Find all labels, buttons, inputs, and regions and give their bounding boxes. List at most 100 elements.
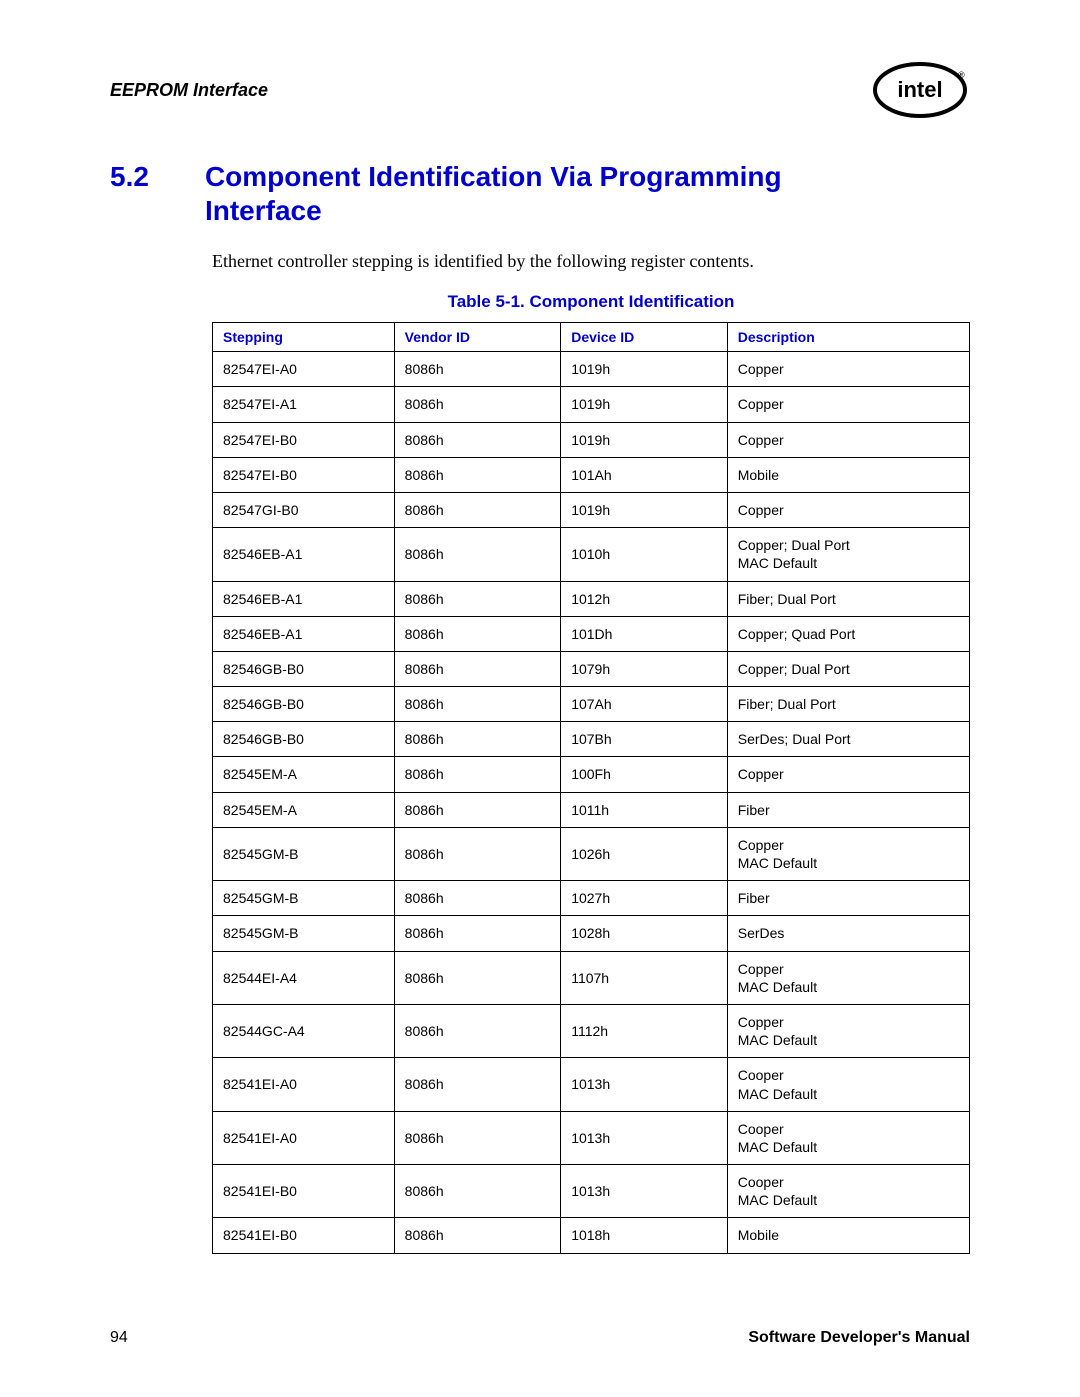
cell-device: 1028h: [561, 916, 728, 951]
cell-vendor: 8086h: [394, 1165, 561, 1218]
cell-description: Copper: [727, 492, 969, 527]
cell-vendor: 8086h: [394, 492, 561, 527]
cell-vendor: 8086h: [394, 1218, 561, 1253]
col-header-device: Device ID: [561, 323, 728, 352]
table-row: 82546GB-B08086h107BhSerDes; Dual Port: [213, 722, 970, 757]
cell-description: CooperMAC Default: [727, 1111, 969, 1164]
table-row: 82545EM-A8086h100FhCopper: [213, 757, 970, 792]
cell-vendor: 8086h: [394, 1111, 561, 1164]
col-header-stepping: Stepping: [213, 323, 395, 352]
cell-stepping: 82544EI-A4: [213, 951, 395, 1004]
table-header-row: Stepping Vendor ID Device ID Description: [213, 323, 970, 352]
table-row: 82547EI-B08086h1019hCopper: [213, 422, 970, 457]
cell-description: Fiber; Dual Port: [727, 687, 969, 722]
cell-vendor: 8086h: [394, 881, 561, 916]
cell-description: Fiber; Dual Port: [727, 581, 969, 616]
cell-stepping: 82545GM-B: [213, 881, 395, 916]
cell-stepping: 82545GM-B: [213, 916, 395, 951]
cell-description: Copper; Dual Port: [727, 651, 969, 686]
cell-stepping: 82541EI-B0: [213, 1165, 395, 1218]
table-row: 82541EI-A08086h1013hCooperMAC Default: [213, 1111, 970, 1164]
cell-device: 1019h: [561, 422, 728, 457]
cell-stepping: 82546GB-B0: [213, 651, 395, 686]
cell-device: 1019h: [561, 387, 728, 422]
intro-paragraph: Ethernet controller stepping is identifi…: [212, 251, 970, 272]
cell-stepping: 82545GM-B: [213, 827, 395, 880]
table-row: 82546EB-A18086h1010hCopper; Dual PortMAC…: [213, 528, 970, 581]
cell-device: 1012h: [561, 581, 728, 616]
cell-stepping: 82546EB-A1: [213, 528, 395, 581]
section-title: Component Identification Via Programming…: [205, 160, 805, 227]
svg-text:intel: intel: [897, 77, 942, 102]
page: EEPROM Interface intel ® 5.2 Component I…: [0, 0, 1080, 1397]
cell-stepping: 82546GB-B0: [213, 687, 395, 722]
cell-description: Mobile: [727, 457, 969, 492]
col-header-description: Description: [727, 323, 969, 352]
component-id-table: Stepping Vendor ID Device ID Description…: [212, 322, 970, 1253]
col-header-vendor: Vendor ID: [394, 323, 561, 352]
cell-description: CopperMAC Default: [727, 951, 969, 1004]
cell-vendor: 8086h: [394, 651, 561, 686]
cell-vendor: 8086h: [394, 722, 561, 757]
cell-vendor: 8086h: [394, 422, 561, 457]
cell-description: CooperMAC Default: [727, 1058, 969, 1111]
cell-stepping: 82544GC-A4: [213, 1004, 395, 1057]
cell-device: 1027h: [561, 881, 728, 916]
cell-vendor: 8086h: [394, 792, 561, 827]
cell-description: CooperMAC Default: [727, 1165, 969, 1218]
table-row: 82547EI-B08086h101AhMobile: [213, 457, 970, 492]
cell-stepping: 82545EM-A: [213, 757, 395, 792]
cell-stepping: 82541EI-A0: [213, 1111, 395, 1164]
cell-device: 107Ah: [561, 687, 728, 722]
cell-description: SerDes: [727, 916, 969, 951]
cell-stepping: 82547EI-A0: [213, 352, 395, 387]
cell-device: 1013h: [561, 1058, 728, 1111]
cell-vendor: 8086h: [394, 1058, 561, 1111]
cell-vendor: 8086h: [394, 916, 561, 951]
cell-device: 1011h: [561, 792, 728, 827]
cell-vendor: 8086h: [394, 951, 561, 1004]
cell-device: 1107h: [561, 951, 728, 1004]
cell-description: Copper; Quad Port: [727, 616, 969, 651]
cell-vendor: 8086h: [394, 528, 561, 581]
cell-stepping: 82547EI-A1: [213, 387, 395, 422]
section-heading: 5.2 Component Identification Via Program…: [110, 160, 970, 227]
table-row: 82541EI-A08086h1013hCooperMAC Default: [213, 1058, 970, 1111]
cell-description: Fiber: [727, 792, 969, 827]
cell-device: 1026h: [561, 827, 728, 880]
cell-vendor: 8086h: [394, 687, 561, 722]
table-row: 82546GB-B08086h1079hCopper; Dual Port: [213, 651, 970, 686]
cell-description: Mobile: [727, 1218, 969, 1253]
cell-vendor: 8086h: [394, 387, 561, 422]
cell-stepping: 82547EI-B0: [213, 422, 395, 457]
cell-stepping: 82547GI-B0: [213, 492, 395, 527]
cell-device: 100Fh: [561, 757, 728, 792]
cell-vendor: 8086h: [394, 1004, 561, 1057]
cell-device: 1019h: [561, 492, 728, 527]
cell-device: 107Bh: [561, 722, 728, 757]
header-title: EEPROM Interface: [110, 80, 268, 101]
intel-logo: intel ®: [870, 60, 970, 120]
cell-vendor: 8086h: [394, 352, 561, 387]
cell-stepping: 82541EI-B0: [213, 1218, 395, 1253]
table-row: 82545GM-B8086h1028hSerDes: [213, 916, 970, 951]
page-header: EEPROM Interface intel ®: [110, 60, 970, 120]
table-caption: Table 5-1. Component Identification: [212, 292, 970, 312]
table-row: 82546EB-A18086h101DhCopper; Quad Port: [213, 616, 970, 651]
cell-description: CopperMAC Default: [727, 827, 969, 880]
cell-description: Copper: [727, 757, 969, 792]
cell-vendor: 8086h: [394, 457, 561, 492]
cell-device: 1010h: [561, 528, 728, 581]
cell-vendor: 8086h: [394, 616, 561, 651]
table-row: 82547EI-A18086h1019hCopper: [213, 387, 970, 422]
doc-title: Software Developer's Manual: [748, 1329, 970, 1347]
svg-text:®: ®: [958, 70, 965, 80]
cell-description: CopperMAC Default: [727, 1004, 969, 1057]
cell-vendor: 8086h: [394, 581, 561, 616]
table-row: 82545GM-B8086h1026hCopperMAC Default: [213, 827, 970, 880]
cell-description: Fiber: [727, 881, 969, 916]
cell-device: 1013h: [561, 1111, 728, 1164]
cell-stepping: 82541EI-A0: [213, 1058, 395, 1111]
cell-description: Copper: [727, 387, 969, 422]
cell-stepping: 82546EB-A1: [213, 581, 395, 616]
